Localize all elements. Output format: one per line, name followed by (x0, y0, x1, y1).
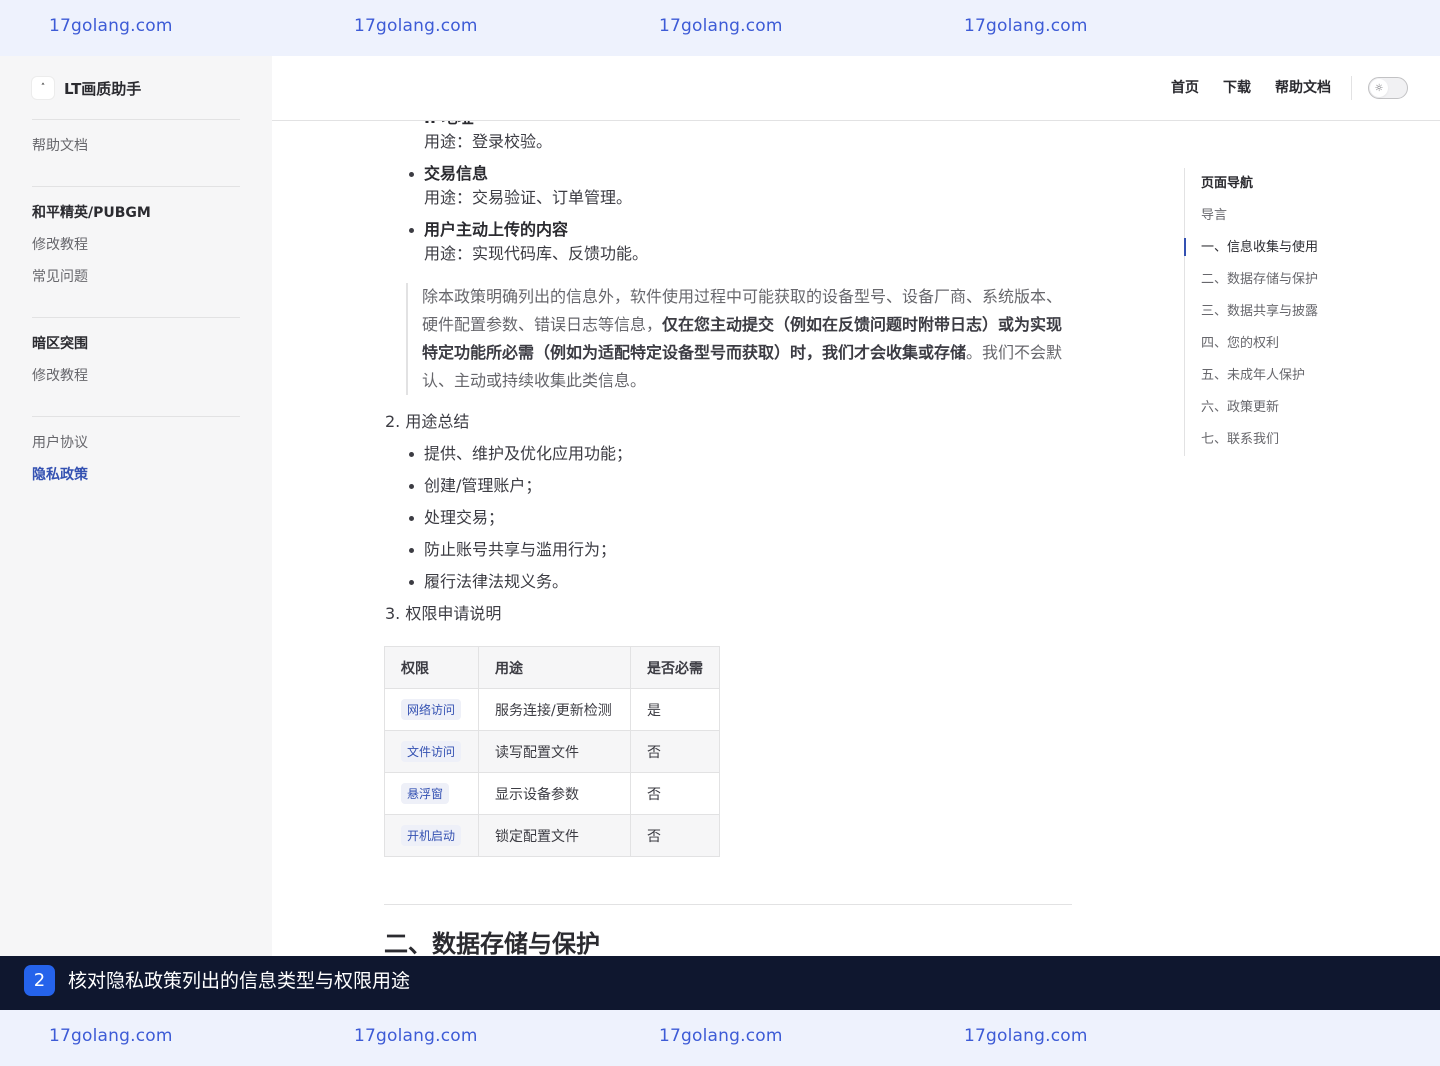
permission-code: 网络访问 (401, 699, 461, 720)
table-row: 开机启动 锁定配置文件 否 (385, 815, 720, 857)
outline-item[interactable]: 三、数据共享与披露 (1201, 302, 1318, 322)
step-caption-text: 核对隐私政策列出的信息类型与权限用途 (68, 968, 410, 994)
table-cell: 显示设备参数 (479, 773, 631, 815)
list-item-title: IP地址 (424, 121, 474, 129)
sidebar-item-pubgm-tutorial[interactable]: 修改教程 (32, 235, 88, 255)
blockquote-note: 除本政策明确列出的信息外，软件使用过程中可能获取的设备型号、设备厂商、系统版本、… (406, 283, 1066, 395)
watermark-text: 17golang.com (659, 1026, 783, 1046)
table-cell: 服务连接/更新检测 (479, 689, 631, 731)
table-header-permission: 权限 (385, 647, 479, 689)
app-name: LT画质助手 (64, 78, 141, 99)
list-item-title: 用户主动上传的内容 (424, 219, 568, 241)
table-cell: 否 (631, 731, 720, 773)
bullet (409, 548, 414, 553)
app-logo-icon: ˄ (32, 77, 54, 99)
top-navbar: 首页 下载 帮助文档 ☼ (272, 56, 1440, 121)
table-cell: 是 (631, 689, 720, 731)
list-item: 创建/管理账户； (424, 475, 541, 497)
sidebar-group-arena-breakout[interactable]: 暗区突围 (32, 334, 88, 354)
outline-item[interactable]: 二、数据存储与保护 (1201, 270, 1318, 290)
table-cell: 文件访问 (385, 731, 479, 773)
list-item: 防止账号共享与滥用行为； (424, 539, 616, 561)
section-divider (384, 904, 1072, 905)
outline-active-marker (1184, 238, 1186, 256)
theme-toggle[interactable]: ☼ (1368, 77, 1408, 99)
table-cell: 否 (631, 773, 720, 815)
watermark-text: 17golang.com (49, 16, 173, 36)
nav-link-download[interactable]: 下载 (1223, 78, 1251, 98)
bullet (409, 484, 414, 489)
table-row: 网络访问 服务连接/更新检测 是 (385, 689, 720, 731)
sidebar: ˄ LT画质助手 帮助文档 和平精英/PUBGM 修改教程 常见问题 暗区突围 … (0, 56, 272, 956)
outline-item[interactable]: 七、联系我们 (1201, 430, 1279, 450)
outline-item-active[interactable]: 一、信息收集与使用 (1201, 238, 1318, 258)
table-cell: 锁定配置文件 (479, 815, 631, 857)
list-item-title: 交易信息 (424, 163, 488, 185)
section-heading: 二、数据存储与保护 (384, 927, 600, 956)
table-cell: 否 (631, 815, 720, 857)
sidebar-item-pubgm-faq[interactable]: 常见问题 (32, 267, 88, 287)
nav-divider (1351, 76, 1352, 100)
watermark-text: 17golang.com (49, 1026, 173, 1046)
sidebar-divider (32, 317, 240, 318)
outline-item[interactable]: 四、您的权利 (1201, 334, 1279, 354)
table-cell: 读写配置文件 (479, 731, 631, 773)
nav-link-home[interactable]: 首页 (1171, 78, 1199, 98)
watermark-text: 17golang.com (964, 16, 1088, 36)
sidebar-item-user-agreement[interactable]: 用户协议 (32, 433, 88, 453)
permission-code: 悬浮窗 (401, 783, 449, 804)
watermark-bar-top: 17golang.com 17golang.com 17golang.com 1… (0, 0, 1440, 56)
doc-content: IP地址 用途：登录校验。 交易信息 用途：交易验证、订单管理。 用户主动上传的… (272, 121, 1172, 956)
table-cell: 网络访问 (385, 689, 479, 731)
table-row: 悬浮窗 显示设备参数 否 (385, 773, 720, 815)
nav-link-help-docs[interactable]: 帮助文档 (1275, 78, 1331, 98)
list-item-usage: 用途：登录校验。 (424, 131, 552, 153)
sidebar-item-help-docs[interactable]: 帮助文档 (32, 136, 88, 156)
outline-item[interactable]: 六、政策更新 (1201, 398, 1279, 418)
step-number-badge: 2 (24, 965, 55, 996)
bullet (409, 452, 414, 457)
section-title-usage-summary: 2. 用途总结 (385, 411, 469, 433)
table-header-required: 是否必需 (631, 647, 720, 689)
list-item: 处理交易； (424, 507, 504, 529)
table-row: 文件访问 读写配置文件 否 (385, 731, 720, 773)
section-title-permissions: 3. 权限申请说明 (385, 603, 501, 625)
list-item-usage: 用途：交易验证、订单管理。 (424, 187, 632, 209)
table-header-usage: 用途 (479, 647, 631, 689)
watermark-text: 17golang.com (354, 1026, 478, 1046)
watermark-text: 17golang.com (659, 16, 783, 36)
step-caption-bar: 2 核对隐私政策列出的信息类型与权限用途 (0, 956, 1440, 1010)
table-cell: 悬浮窗 (385, 773, 479, 815)
table-header-row: 权限 用途 是否必需 (385, 647, 720, 689)
sidebar-divider (32, 416, 240, 417)
bullet (409, 172, 414, 177)
sun-icon: ☼ (1370, 79, 1388, 97)
sidebar-item-privacy-policy[interactable]: 隐私政策 (32, 465, 88, 485)
outline-item[interactable]: 导言 (1201, 206, 1227, 226)
outline-item[interactable]: 五、未成年人保护 (1201, 366, 1305, 386)
outline-track (1184, 168, 1185, 456)
bullet (409, 228, 414, 233)
list-item-usage: 用途：实现代码库、反馈功能。 (424, 243, 648, 265)
bullet (409, 580, 414, 585)
watermark-bar-bottom: 17golang.com 17golang.com 17golang.com 1… (0, 1010, 1440, 1066)
brand-link[interactable]: ˄ LT画质助手 (32, 76, 141, 100)
sidebar-group-pubgm[interactable]: 和平精英/PUBGM (32, 203, 151, 223)
outline-title: 页面导航 (1201, 174, 1253, 194)
permissions-table: 权限 用途 是否必需 网络访问 服务连接/更新检测 是 文件访问 读写配置文件 … (384, 646, 720, 857)
sidebar-divider (32, 119, 240, 120)
permission-code: 开机启动 (401, 825, 461, 846)
list-item: 提供、维护及优化应用功能； (424, 443, 632, 465)
watermark-text: 17golang.com (354, 16, 478, 36)
list-item: 履行法律法规义务。 (424, 571, 568, 593)
watermark-text: 17golang.com (964, 1026, 1088, 1046)
permission-code: 文件访问 (401, 741, 461, 762)
sidebar-item-arena-tutorial[interactable]: 修改教程 (32, 366, 88, 386)
bullet (409, 516, 414, 521)
table-cell: 开机启动 (385, 815, 479, 857)
sidebar-divider (32, 186, 240, 187)
